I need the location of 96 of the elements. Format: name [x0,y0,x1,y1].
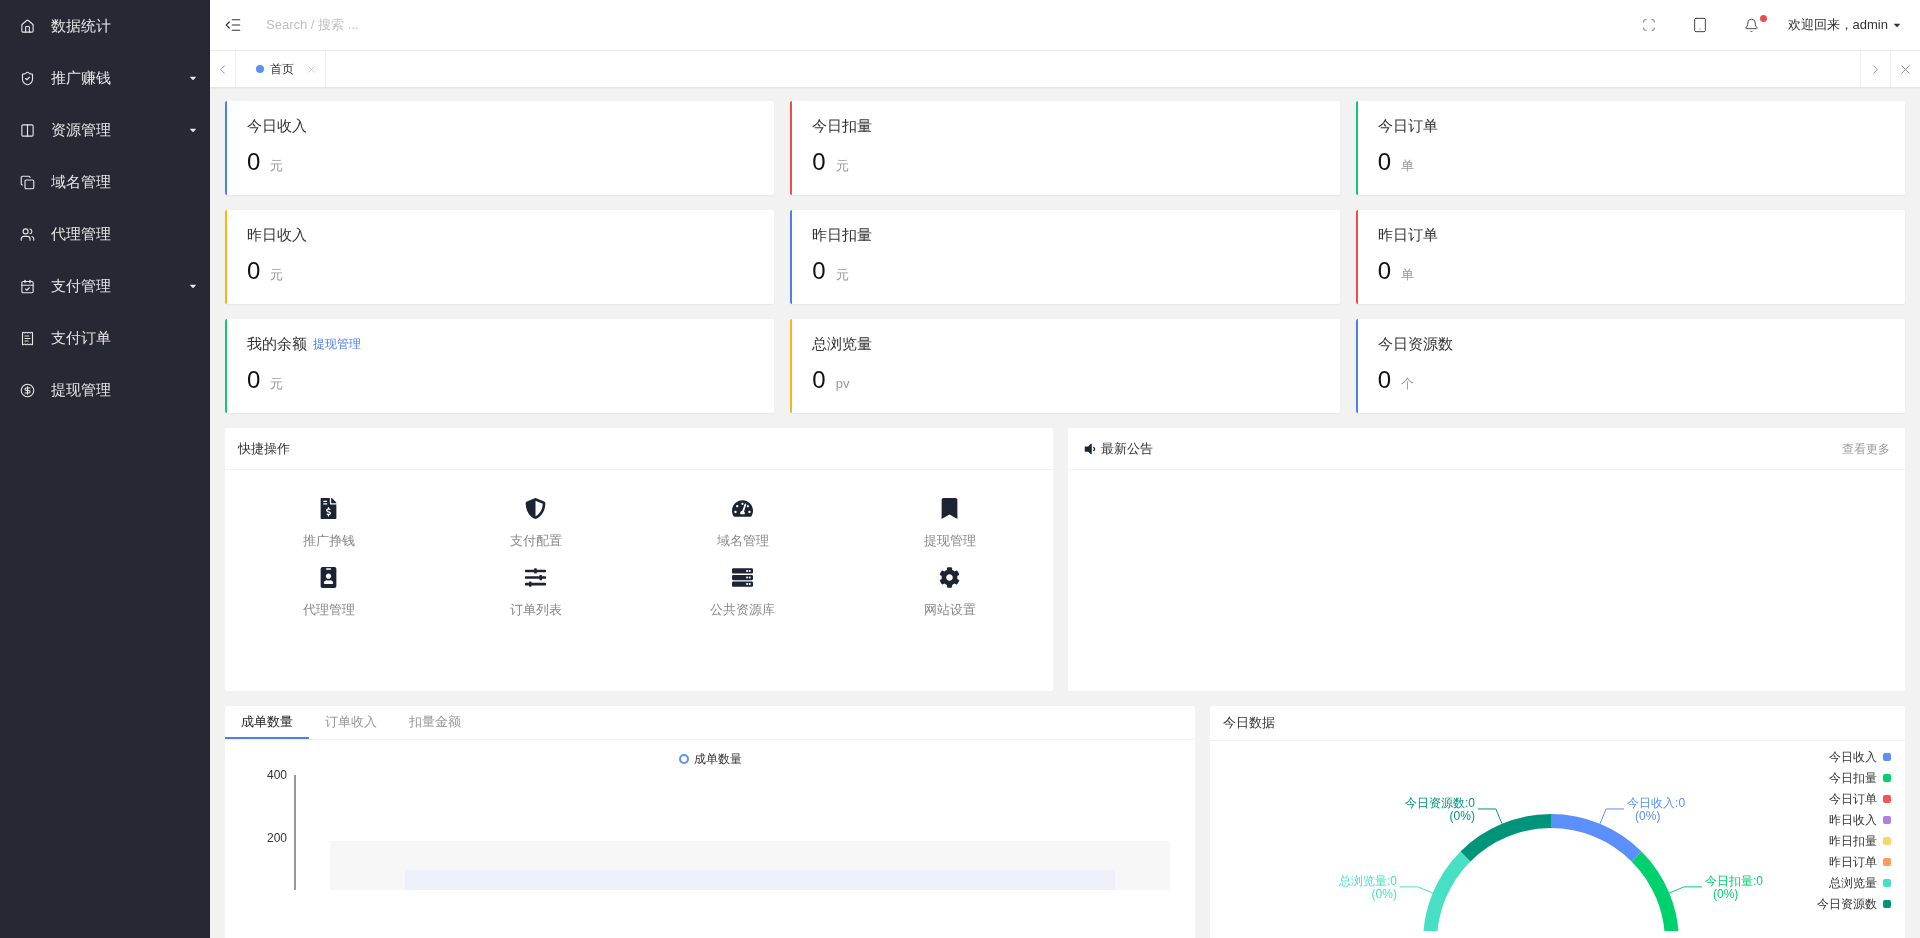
segment-percent: (0%) [1713,886,1739,901]
legend-label[interactable]: 今日订单 [1829,791,1877,807]
quick-action[interactable]: 公共资源库 [639,566,846,619]
close-icon[interactable] [306,63,317,75]
stat-label: 昨日收入 [247,225,307,245]
stat-value: 0 [247,255,261,286]
fullscreen-icon[interactable] [1641,18,1656,32]
segment-label: 今日资源数:0 [1404,795,1475,810]
leader-line [1399,886,1434,894]
stat-unit: 元 [270,156,284,175]
legend-label[interactable]: 今日收入 [1829,749,1877,765]
search-field[interactable]: Search / 搜索 ... [266,15,566,35]
stat-label: 昨日订单 [1377,225,1438,245]
bookmark-icon [939,498,960,519]
sidebar-item[interactable]: 支付订单 [0,312,210,364]
menu-icon[interactable] [224,16,242,34]
segment-percent: (0%) [1449,808,1475,823]
sidebar-item[interactable]: 域名管理 [0,156,210,208]
stat-label: 昨日扣量 [812,225,873,245]
axis-tick-label: 400 [266,768,287,782]
legend-label[interactable]: 今日扣量 [1829,770,1877,786]
stat-value: 0 [812,255,826,286]
calendar-icon [20,278,35,294]
stat-unit: 个 [1401,374,1414,393]
stat-label: 今日订单 [1377,116,1438,136]
legend-label[interactable]: 昨日订单 [1829,854,1877,870]
stat-label: 今日资源数 [1377,334,1453,354]
shield-icon [525,498,546,519]
quick-action[interactable]: 域名管理 [639,498,846,551]
quick-action[interactable]: 代理管理 [225,566,432,619]
settings-icon [939,566,960,588]
sidebar-item[interactable]: 资源管理 [0,104,210,156]
panel-title: 今日数据 [1223,714,1275,733]
quick-action[interactable]: 支付配置 [432,498,639,551]
quick-action[interactable]: 提现管理 [846,498,1053,551]
panel-title: 最新公告 [1101,439,1154,458]
quick-action[interactable]: 网站设置 [846,566,1053,619]
legend-label[interactable]: 今日资源数 [1817,896,1877,912]
receipt-icon [20,330,35,346]
stat-value: 0 [1377,364,1391,395]
stat-label: 总浏览量 [812,334,873,354]
gauge-icon [732,498,753,519]
shield-icon [20,70,35,86]
home-icon [20,18,35,34]
users-icon [20,226,35,242]
quick-action[interactable]: 订单列表 [432,566,639,619]
leader-line [1477,808,1503,825]
sidebar-item[interactable]: 数据统计 [0,0,210,52]
legend-label[interactable]: 昨日收入 [1829,812,1877,828]
page-tab[interactable]: 首页 [236,51,326,87]
stat-value: 0 [1377,146,1391,177]
stat-value: 0 [247,364,261,395]
bell-icon[interactable] [1743,17,1759,33]
segment-percent: (0%) [1371,886,1397,901]
stat-label: 今日收入 [247,116,307,136]
sidebar-item[interactable]: 代理管理 [0,208,210,260]
legend-label[interactable]: 成单数量 [693,750,742,768]
panel-title: 快捷操作 [238,439,290,458]
stat-unit: 单 [1401,156,1414,175]
stat-unit: 元 [270,374,284,393]
stat-unit: 元 [835,265,849,284]
stat-label: 我的余额 [247,334,307,354]
stat-unit: pv [835,374,850,393]
badge-icon [318,566,339,588]
speaker-icon [1083,441,1097,456]
stat-unit: 单 [1401,265,1414,284]
user-menu[interactable]: 欢迎回来，admin [1787,15,1902,35]
segment-label: 总浏览量:0 [1338,873,1397,888]
server-icon [732,566,753,588]
leader-line [1599,808,1625,825]
stat-value: 0 [247,146,261,177]
stat-value: 0 [812,364,826,395]
segment-label: 今日收入:0 [1627,795,1686,810]
stat-unit: 元 [270,265,284,284]
withdraw-link[interactable]: 提现管理 [313,335,361,354]
segment-percent: (0%) [1635,808,1661,823]
columns-icon [20,122,35,138]
tablet-icon[interactable] [1691,17,1708,33]
sidebar-item[interactable]: 支付管理 [0,260,210,312]
stat-label: 今日扣量 [812,116,873,136]
legend-label[interactable]: 昨日扣量 [1829,833,1877,849]
leader-line [1668,886,1703,894]
invoice-icon [318,498,339,519]
sidebar-item[interactable]: 提现管理 [0,364,210,416]
stat-value: 0 [1377,255,1391,286]
coin-icon [20,382,35,398]
sidebar-item[interactable]: 推广赚钱 [0,52,210,104]
legend-label[interactable]: 总浏览量 [1829,875,1877,891]
axis-tick-label: 200 [266,831,287,845]
stat-unit: 元 [835,156,849,175]
quick-action[interactable]: 推广挣钱 [225,498,432,551]
segment-label: 今日扣量:0 [1705,873,1764,888]
chart-tab[interactable]: 成单数量 [225,706,309,739]
stat-value: 0 [812,146,826,177]
copy-icon [20,174,35,190]
sliders-icon [525,566,546,588]
